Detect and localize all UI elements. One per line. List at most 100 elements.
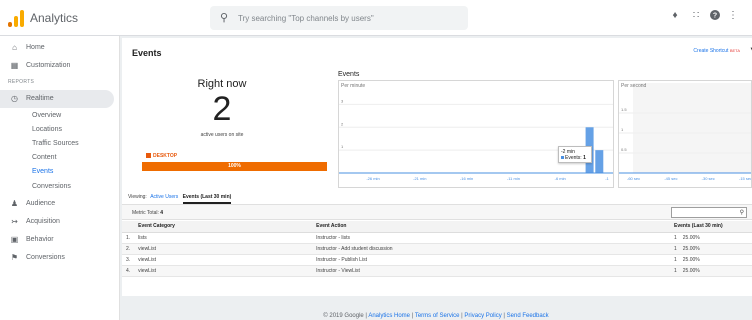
y-tick-label: 2: [341, 121, 344, 126]
help-icon[interactable]: ?: [708, 10, 722, 23]
row-index: 4.: [122, 265, 135, 277]
sidebar-subitem-events[interactable]: Events: [32, 168, 53, 180]
apps-grid-icon[interactable]: ∷: [689, 10, 703, 21]
tooltip-value-row: Events: 1: [561, 155, 589, 161]
sidebar-item-conversions[interactable]: ⚑ Conversions: [0, 250, 118, 266]
sidebar-item-label: Audience: [26, 200, 56, 207]
sidebar-subitem-traffic-sources[interactable]: Traffic Sources: [32, 140, 79, 152]
x-tick-label: -60 sec: [627, 176, 640, 181]
dashboard-icon: ▦: [10, 61, 19, 70]
sidebar-subitem-overview[interactable]: Overview: [32, 112, 61, 124]
bell-icon[interactable]: ♦: [668, 10, 682, 21]
app-title[interactable]: Analytics: [30, 11, 78, 25]
events-percent: 25.00%: [682, 245, 700, 252]
analytics-logo-icon[interactable]: [8, 9, 24, 27]
per-minute-label: Per minute: [341, 83, 366, 89]
col-event-action[interactable]: Event Action: [312, 221, 670, 233]
table-header-row: Event Category Event Action Events (Last…: [122, 221, 752, 233]
per-second-chart-svg: 1.5 1 0.5 -60 sec -45 sec -30 sec -15 sec: [619, 83, 752, 181]
metric-total-value: 4: [160, 210, 164, 216]
events-cell: 1 25.00%: [670, 265, 752, 277]
row-index: 2.: [122, 243, 135, 255]
event-category-link[interactable]: lists: [134, 232, 313, 244]
y-tick-label: 1: [621, 127, 624, 132]
view-tabs: Viewing: Active Users Events (Last 30 mi…: [128, 194, 232, 204]
x-tick-label: -30 sec: [702, 176, 715, 181]
sidebar-subitem-locations[interactable]: Locations: [32, 126, 62, 138]
footer-link-feedback[interactable]: Send Feedback: [507, 313, 549, 319]
event-action-link[interactable]: Instructor - lists: [312, 232, 670, 244]
x-tick-label: -1: [605, 176, 609, 181]
device-label: DESKTOP: [153, 153, 178, 159]
event-action-link[interactable]: Instructor - ViewList: [312, 265, 670, 277]
sidebar-item-label: Conversions: [26, 254, 65, 261]
sidebar-item-audience[interactable]: ♟ Audience: [0, 196, 118, 212]
table-row: 2. viewList Instructor - Add student dis…: [122, 243, 752, 255]
clock-icon: ◷: [11, 94, 18, 103]
event-action-link[interactable]: Instructor - Add student discussion: [312, 243, 670, 255]
sidebar-item-behavior[interactable]: ▣ Behavior: [0, 232, 118, 248]
bar: [595, 150, 604, 173]
per-minute-chart: Per minute 3 2 1 -26 min -21 min -16 min -11 m…: [338, 80, 614, 188]
event-category-link[interactable]: viewList: [134, 243, 313, 255]
table-row: 4. viewList Instructor - ViewList 1 25.00…: [122, 265, 752, 277]
metric-total-label: Metric Total:: [132, 210, 159, 216]
event-category-link[interactable]: viewList: [134, 265, 313, 277]
events-cell: 1 25.00%: [670, 254, 752, 266]
event-category-link[interactable]: viewList: [134, 254, 313, 266]
sidebar-item-realtime[interactable]: ◷ Realtime: [0, 91, 118, 107]
plot-area: [633, 83, 751, 173]
device-share-bar: 100%: [142, 162, 327, 171]
reports-section-label: REPORTS: [8, 79, 35, 85]
events-cell: 1 25.00%: [670, 232, 752, 244]
tooltip-swatch: [561, 156, 564, 159]
events-count: 1: [674, 267, 677, 274]
viewing-label: Viewing:: [128, 194, 147, 200]
beta-badge: BETA: [729, 48, 740, 53]
event-action-link[interactable]: Instructor - Publish List: [312, 254, 670, 266]
x-tick-label: -21 min: [413, 176, 426, 181]
search-icon[interactable]: ⚲: [740, 209, 744, 216]
col-event-category[interactable]: Event Category: [134, 221, 313, 233]
table-row: 3. viewList Instructor - Publish List 12…: [122, 254, 752, 266]
page-title: Events: [132, 48, 162, 58]
footer: © 2019 Google | Analytics Home | Terms o…: [323, 313, 549, 319]
tooltip-series: Events: [565, 155, 581, 161]
footer-link-analytics-home[interactable]: Analytics Home: [368, 313, 410, 319]
behavior-icon: ▣: [10, 235, 19, 244]
footer-link-terms[interactable]: Terms of Service: [415, 313, 460, 319]
sidebar-item-label: Acquisition: [26, 218, 60, 225]
tab-active-users[interactable]: Active Users: [150, 194, 178, 200]
col-events[interactable]: Events (Last 30 min): [670, 221, 752, 233]
sidebar-item-acquisition[interactable]: ↣ Acquisition: [0, 214, 118, 230]
tooltip-value: 1: [583, 155, 586, 161]
table-search-box[interactable]: ⚲: [671, 207, 747, 218]
x-tick-label: -11 min: [507, 176, 520, 181]
per-second-label: Per second: [621, 83, 647, 89]
row-index: 3.: [122, 254, 135, 266]
y-tick-label: 0.5: [621, 147, 627, 152]
sidebar-item-customization[interactable]: ▦ Customization: [0, 58, 118, 74]
per-minute-chart-svg: 3 2 1 -26 min -21 min -16 min -11 min -6 min -1: [339, 98, 613, 181]
search-input[interactable]: [238, 10, 458, 26]
sidebar-item-home[interactable]: ⌂ Home: [0, 40, 118, 56]
table-search-input[interactable]: [674, 209, 734, 217]
chart-tooltip: -2 min Events: 1: [558, 146, 592, 163]
events-percent: 25.00%: [682, 256, 700, 263]
more-vert-icon[interactable]: ⋮: [726, 10, 740, 21]
search-icon: ⚲: [220, 12, 229, 24]
top-bar: Analytics ⚲ ♦ ∷ ? ⋮: [0, 0, 752, 36]
footer-link-privacy[interactable]: Privacy Policy: [464, 313, 501, 319]
right-now-label: Right now: [197, 78, 247, 90]
x-tick-label: -45 sec: [664, 176, 677, 181]
sidebar-subitem-content[interactable]: Content: [32, 154, 57, 166]
per-second-chart: Per second 1.5 1 0.5 -60 sec -45 sec -30 sec -…: [618, 80, 752, 188]
table-row: 1. lists Instructor - lists 1 25.00%: [122, 232, 752, 244]
sidebar-item-label: Home: [26, 44, 45, 51]
sidebar: ⌂ Home ▦ Customization REPORTS ◷ Realtim…: [0, 36, 120, 320]
tab-events[interactable]: Events (Last 30 min): [182, 194, 232, 204]
create-shortcut-link[interactable]: Create Shortcut BETA ▼: [693, 47, 752, 54]
y-tick-label: 1: [341, 144, 344, 149]
search-box[interactable]: ⚲: [210, 6, 468, 30]
sidebar-subitem-conversions[interactable]: Conversions: [32, 183, 71, 195]
